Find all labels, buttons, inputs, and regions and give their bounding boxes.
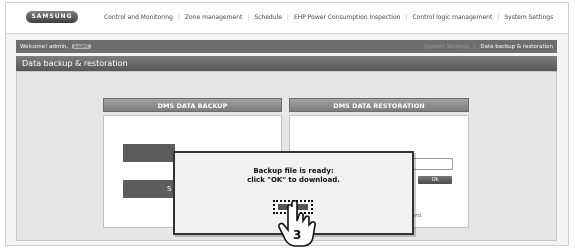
nav-separator: | <box>497 14 500 21</box>
nav-separator: | <box>247 14 250 21</box>
nav-control-and-monitoring[interactable]: Control and Monitoring <box>104 14 173 21</box>
app-window: SAMSUNG Control and Monitoring | Zone ma… <box>5 2 569 247</box>
user-bar: Welcome! admin, SUBMIT System Settings |… <box>16 40 557 53</box>
restore-file-field[interactable] <box>411 158 453 170</box>
nav-zone-management[interactable]: Zone management <box>185 14 242 21</box>
dialog-message: Backup file is ready: click "OK" to down… <box>175 167 412 185</box>
restore-ok-button[interactable]: Ok <box>418 176 452 184</box>
nav-separator: | <box>286 14 289 21</box>
top-navigation-bar: SAMSUNG Control and Monitoring | Zone ma… <box>6 3 568 34</box>
user-badge[interactable]: SUBMIT <box>71 44 92 49</box>
hand-cursor-icon: 3 <box>278 199 316 247</box>
welcome-area: Welcome! admin, SUBMIT <box>20 44 92 50</box>
breadcrumb: System Settings | Data backup & restorat… <box>424 44 553 50</box>
breadcrumb-separator: | <box>473 44 476 50</box>
restoration-section-title: DMS DATA RESTORATION <box>289 98 469 112</box>
backup-button-label: S <box>167 185 172 193</box>
welcome-text: Welcome! admin, <box>20 44 69 50</box>
step-number-label: 3 <box>293 228 301 242</box>
backup-section-title: DMS DATA BACKUP <box>103 98 282 112</box>
backup-download-button[interactable]: S <box>123 180 175 198</box>
nav-control-logic-management[interactable]: Control logic management <box>412 14 492 21</box>
dialog-message-line-1: Backup file is ready: <box>253 167 334 175</box>
nav-ehp-power-consumption[interactable]: EHP Power Consumption Inspection <box>294 14 401 21</box>
nav-separator: | <box>177 14 180 21</box>
nav-separator: | <box>405 14 408 21</box>
nav-schedule[interactable]: Schedule <box>254 14 282 21</box>
dialog-message-line-2: click "OK" to download. <box>247 176 340 184</box>
page-title: Data backup & restoration <box>16 56 557 71</box>
main-menu: Control and Monitoring | Zone management… <box>104 14 553 21</box>
samsung-logo: SAMSUNG <box>26 11 78 23</box>
breadcrumb-parent[interactable]: System Settings <box>424 44 469 50</box>
backup-button[interactable] <box>123 144 175 162</box>
breadcrumb-current: Data backup & restoration <box>480 44 553 50</box>
nav-system-settings[interactable]: System Settings <box>504 14 553 21</box>
